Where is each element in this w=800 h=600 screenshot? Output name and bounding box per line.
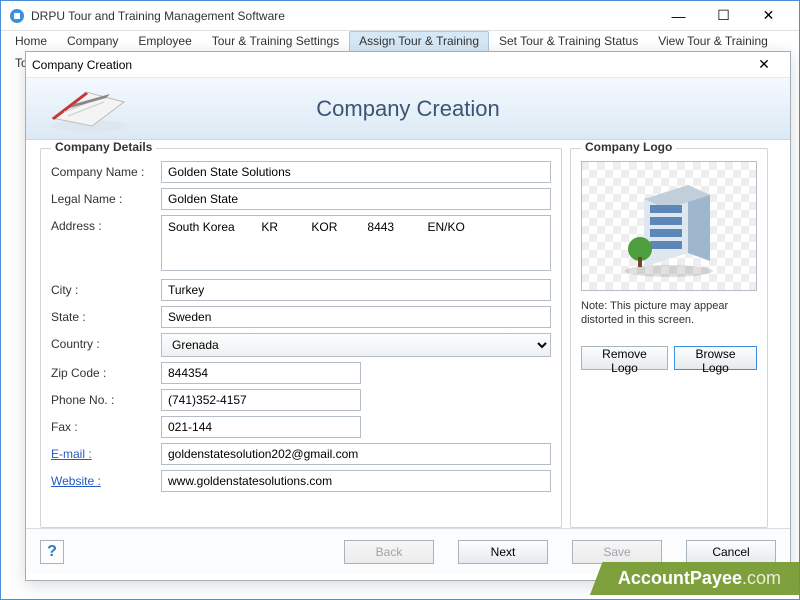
menu-assign-tour-training[interactable]: Assign Tour & Training <box>349 31 489 53</box>
maximize-button[interactable]: ☐ <box>701 2 746 30</box>
minimize-button[interactable]: — <box>656 2 701 30</box>
fax-input[interactable] <box>161 416 361 438</box>
website-input[interactable] <box>161 470 551 492</box>
remove-logo-button[interactable]: Remove Logo <box>581 346 668 370</box>
label-phone: Phone No. : <box>51 389 161 407</box>
watermark: AccountPayee.com <box>590 562 799 595</box>
dialog-title: Company Creation <box>32 58 744 72</box>
menu-tour-training-settings[interactable]: Tour & Training Settings <box>202 31 349 53</box>
close-button[interactable]: ✕ <box>746 2 791 30</box>
menu-home[interactable]: Home <box>5 31 57 53</box>
main-window-title: DRPU Tour and Training Management Softwa… <box>31 9 656 23</box>
zip-input[interactable] <box>161 362 361 384</box>
menu-view-tour-training[interactable]: View Tour & Training <box>648 31 778 53</box>
label-country: Country : <box>51 333 161 351</box>
label-company-name: Company Name : <box>51 161 161 179</box>
company-logo-fieldset: Company Logo Note: <box>570 148 768 528</box>
dialog-header: Company Creation <box>26 78 790 140</box>
country-select[interactable]: Grenada <box>161 333 551 357</box>
label-zip: Zip Code : <box>51 362 161 380</box>
state-input[interactable] <box>161 306 551 328</box>
main-titlebar: DRPU Tour and Training Management Softwa… <box>1 1 799 31</box>
label-email[interactable]: E-mail : <box>51 443 161 461</box>
back-button[interactable]: Back <box>344 540 434 564</box>
building-icon <box>614 171 724 281</box>
watermark-brand: AccountPayee <box>618 568 742 588</box>
city-input[interactable] <box>161 279 551 301</box>
phone-input[interactable] <box>161 389 361 411</box>
main-menu: Home Company Employee Tour & Training Se… <box>1 31 799 53</box>
watermark-suffix: .com <box>742 568 781 588</box>
menu-company[interactable]: Company <box>57 31 128 53</box>
label-address: Address : <box>51 215 161 233</box>
label-city: City : <box>51 279 161 297</box>
app-icon <box>9 8 25 24</box>
dialog-close-button[interactable]: ✕ <box>744 56 784 73</box>
logo-note: Note: This picture may appear distorted … <box>581 299 757 328</box>
save-button[interactable]: Save <box>572 540 662 564</box>
company-details-legend: Company Details <box>51 140 156 154</box>
company-logo-legend: Company Logo <box>581 140 676 154</box>
dialog-titlebar: Company Creation ✕ <box>26 52 790 78</box>
dialog-header-title: Company Creation <box>316 96 499 122</box>
company-creation-dialog: Company Creation ✕ Company Creation Comp… <box>25 51 791 581</box>
cancel-button[interactable]: Cancel <box>686 540 776 564</box>
logo-preview <box>581 161 757 291</box>
company-name-input[interactable] <box>161 161 551 183</box>
company-details-fieldset: Company Details Company Name : Legal Nam… <box>40 148 562 528</box>
label-fax: Fax : <box>51 416 161 434</box>
label-legal-name: Legal Name : <box>51 188 161 206</box>
window-controls: — ☐ ✕ <box>656 2 791 30</box>
main-window: DRPU Tour and Training Management Softwa… <box>0 0 800 600</box>
menu-employee[interactable]: Employee <box>128 31 201 53</box>
address-input[interactable]: South Korea KR KOR 8443 EN/KO <box>161 215 551 271</box>
help-button[interactable]: ? <box>40 540 64 564</box>
menu-set-status[interactable]: Set Tour & Training Status <box>489 31 648 53</box>
next-button[interactable]: Next <box>458 540 548 564</box>
label-website[interactable]: Website : <box>51 470 161 488</box>
dialog-body: Company Details Company Name : Legal Nam… <box>26 140 790 528</box>
browse-logo-button[interactable]: Browse Logo <box>674 346 757 370</box>
label-state: State : <box>51 306 161 324</box>
legal-name-input[interactable] <box>161 188 551 210</box>
notebook-icon <box>44 84 134 134</box>
email-input[interactable] <box>161 443 551 465</box>
